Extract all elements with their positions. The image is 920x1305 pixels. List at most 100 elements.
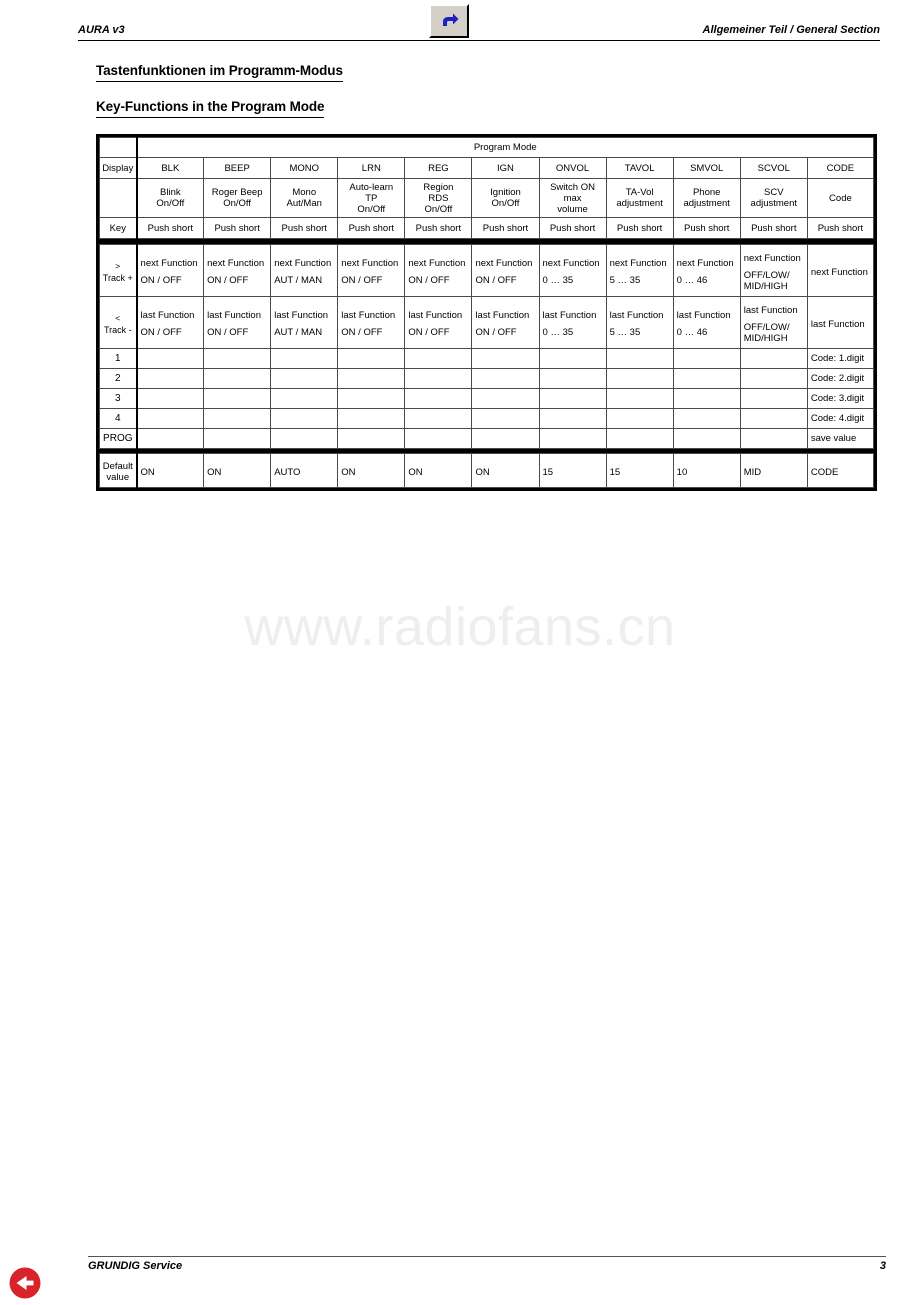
desc-tavol: TA-Vol adjustment bbox=[605, 178, 674, 218]
table-row-1: 1 Code: 1.digit bbox=[98, 348, 875, 369]
c2-tavol bbox=[605, 368, 674, 389]
c2-smvol bbox=[672, 368, 741, 389]
program-mode-header-table: Program Mode Display BLK BEEP MONO LRN R… bbox=[96, 134, 877, 242]
c2-scvol bbox=[739, 368, 808, 389]
c2-reg bbox=[404, 368, 473, 389]
next-mono: next Function AUT / MAN bbox=[270, 244, 339, 297]
desc-scvol: SCV adjustment bbox=[739, 178, 808, 218]
key-reg: Push short bbox=[404, 217, 473, 239]
default-beep: ON bbox=[203, 453, 272, 488]
next-code: next Function bbox=[806, 244, 875, 297]
row-label-description bbox=[98, 178, 138, 218]
c4-scvol bbox=[739, 408, 808, 429]
table-row-4: 4 Code: 4.digit bbox=[98, 408, 875, 429]
row-label-display: Display bbox=[98, 157, 138, 179]
desc-onvol: Switch ON max volume bbox=[538, 178, 607, 218]
table-row-3: 3 Code: 3.digit bbox=[98, 388, 875, 409]
c3-mono bbox=[270, 388, 339, 409]
row-label-1: 1 bbox=[98, 348, 138, 369]
cp-tavol bbox=[605, 428, 674, 449]
last-track-label: Track - bbox=[103, 325, 132, 335]
default-reg: ON bbox=[404, 453, 473, 488]
c4-reg bbox=[404, 408, 473, 429]
c1-ign bbox=[471, 348, 540, 369]
c2-code: Code: 2.digit bbox=[806, 368, 875, 389]
row-label-2: 2 bbox=[98, 368, 138, 389]
c3-lrn bbox=[337, 388, 406, 409]
program-mode-title: Program Mode bbox=[136, 137, 874, 158]
row-label-track-last: < Track - bbox=[98, 296, 138, 349]
footer-divider bbox=[88, 1256, 886, 1257]
key-onvol: Push short bbox=[538, 217, 607, 239]
table-row-2: 2 Code: 2.digit bbox=[98, 368, 875, 389]
last-onvol: last Function 0 … 35 bbox=[538, 296, 607, 349]
footer-left-label: GRUNDIG Service bbox=[88, 1260, 183, 1272]
cp-mono bbox=[270, 428, 339, 449]
last-blk: last Function ON / OFF bbox=[136, 296, 205, 349]
key-tavol: Push short bbox=[605, 217, 674, 239]
key-mono: Push short bbox=[270, 217, 339, 239]
row-label-prog: PROG bbox=[98, 428, 138, 449]
last-tavol: last Function 5 … 35 bbox=[605, 296, 674, 349]
default-label-line2: value bbox=[106, 472, 130, 483]
c2-lrn bbox=[337, 368, 406, 389]
c1-blk bbox=[136, 348, 205, 369]
cp-beep bbox=[203, 428, 272, 449]
last-code: last Function bbox=[806, 296, 875, 349]
last-scvol: last Function OFF/LOW/MID/HIGH bbox=[739, 296, 808, 349]
c3-ign bbox=[471, 388, 540, 409]
default-mono: AUTO bbox=[270, 453, 339, 488]
table-row-display: Display BLK BEEP MONO LRN REG IGN ONVOL … bbox=[98, 157, 875, 179]
c4-beep bbox=[203, 408, 272, 429]
table-row-program-mode: Program Mode bbox=[98, 137, 874, 158]
display-tavol: TAVOL bbox=[605, 157, 674, 179]
c3-tavol bbox=[605, 388, 674, 409]
display-blk: BLK bbox=[136, 157, 205, 179]
default-code: CODE bbox=[806, 453, 875, 488]
last-reg: last Function ON / OFF bbox=[404, 296, 473, 349]
next-scvol: next Function OFF/LOW/MID/HIGH bbox=[739, 244, 808, 297]
c1-scvol bbox=[739, 348, 808, 369]
display-beep: BEEP bbox=[203, 157, 272, 179]
c1-tavol bbox=[605, 348, 674, 369]
page-number: 3 bbox=[879, 1260, 886, 1272]
next-tavol: next Function 5 … 35 bbox=[605, 244, 674, 297]
key-smvol: Push short bbox=[672, 217, 741, 239]
desc-code: Code bbox=[806, 178, 875, 218]
c4-smvol bbox=[672, 408, 741, 429]
display-onvol: ONVOL bbox=[538, 157, 607, 179]
next-ign: next Function ON / OFF bbox=[471, 244, 540, 297]
c1-smvol bbox=[672, 348, 741, 369]
desc-mono: Mono Aut/Man bbox=[270, 178, 339, 218]
c4-ign bbox=[471, 408, 540, 429]
default-ign: ON bbox=[471, 453, 540, 488]
next-onvol: next Function 0 … 35 bbox=[538, 244, 607, 297]
cp-onvol bbox=[538, 428, 607, 449]
cp-scvol bbox=[739, 428, 808, 449]
last-symbol: < bbox=[115, 313, 121, 323]
c2-beep bbox=[203, 368, 272, 389]
c3-reg bbox=[404, 388, 473, 409]
default-smvol: 10 bbox=[672, 453, 741, 488]
c3-onvol bbox=[538, 388, 607, 409]
display-scvol: SCVOL bbox=[739, 157, 808, 179]
watermark: www.radiofans.cn bbox=[244, 597, 676, 657]
c2-mono bbox=[270, 368, 339, 389]
back-arrow-circle-icon[interactable] bbox=[8, 1266, 42, 1300]
last-beep: last Function ON / OFF bbox=[203, 296, 272, 349]
title-english: Key-Functions in the Program Mode bbox=[96, 98, 325, 118]
header-divider bbox=[78, 40, 880, 41]
key-blk: Push short bbox=[136, 217, 205, 239]
display-code: CODE bbox=[806, 157, 875, 179]
table-row-default: Default value ON ON AUTO ON ON ON 15 15 … bbox=[98, 453, 875, 488]
desc-beep: Roger Beep On/Off bbox=[203, 178, 272, 218]
key-scvol: Push short bbox=[739, 217, 808, 239]
c4-lrn bbox=[337, 408, 406, 429]
c2-onvol bbox=[538, 368, 607, 389]
c1-onvol bbox=[538, 348, 607, 369]
row-label-key: Key bbox=[98, 217, 138, 239]
cp-smvol bbox=[672, 428, 741, 449]
key-lrn: Push short bbox=[337, 217, 406, 239]
table-row-description: Blink On/Off Roger Beep On/Off Mono Aut/Man… bbox=[98, 178, 875, 218]
c4-tavol bbox=[605, 408, 674, 429]
